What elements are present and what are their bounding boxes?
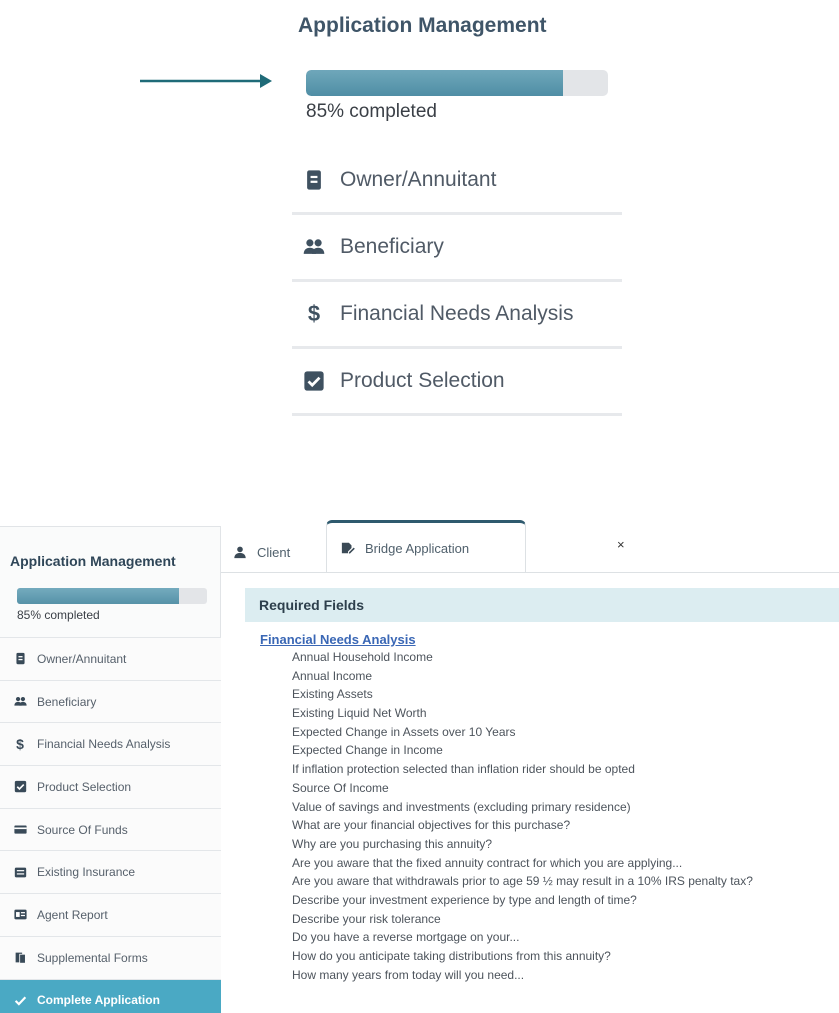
required-field-item: Expected Change in Income — [292, 743, 443, 758]
required-field-item: Why are you purchasing this annuity? — [292, 836, 493, 851]
zoomed-item-label: Beneficiary — [340, 235, 444, 258]
check-icon — [13, 993, 27, 1007]
zoomed-progress-label: 85% completed — [306, 101, 437, 122]
zoomed-progress-bar — [306, 70, 608, 96]
sidebar-item-label: Complete Application — [37, 993, 160, 1008]
dollar-icon: $ — [16, 736, 24, 753]
sidebar-progress-bar — [17, 588, 207, 604]
sidebar-item-label: Agent Report — [37, 907, 108, 922]
required-field-item: Describe your investment experience by t… — [292, 892, 637, 907]
tab-bridge-application[interactable]: Bridge Application × — [326, 520, 625, 573]
checkbox-icon — [13, 780, 27, 794]
sidebar-item-owner-annuitant[interactable]: Owner/Annuitant — [0, 637, 221, 680]
sidebar-item-label: Owner/Annuitant — [37, 651, 127, 666]
sidebar-item-label: Financial Needs Analysis — [37, 737, 171, 752]
zoomed-progress-fill — [306, 70, 563, 96]
sidebar-item-financial-needs-analysis[interactable]: $ Financial Needs Analysis — [0, 722, 221, 766]
required-field-item: Are you aware that the fixed annuity con… — [292, 855, 683, 870]
sidebar: Application Management 85% completed Own… — [0, 526, 221, 1013]
arrow-right-icon — [140, 74, 272, 88]
sidebar-item-label: Beneficiary — [37, 694, 97, 709]
sidebar-item-agent-report[interactable]: Agent Report — [0, 893, 221, 936]
zoomed-item-beneficiary[interactable]: Beneficiary — [292, 215, 622, 282]
application-screen: Application Management 85% completed Own… — [0, 520, 839, 1013]
dollar-icon: $ — [307, 301, 321, 326]
id-card-icon — [13, 652, 27, 666]
users-icon — [13, 695, 27, 709]
required-field-item: Expected Change in Assets over 10 Years — [292, 724, 516, 739]
sidebar-item-complete-application[interactable]: Complete Application — [0, 978, 221, 1013]
zoomed-item-product-selection[interactable]: Product Selection — [292, 349, 622, 416]
sidebar-item-existing-insurance[interactable]: Existing Insurance — [0, 850, 221, 894]
sidebar-item-label: Product Selection — [37, 779, 132, 794]
required-field-item: Describe your risk tolerance — [292, 911, 441, 926]
financial-needs-analysis-link[interactable]: Financial Needs Analysis — [260, 632, 839, 647]
sidebar-title: Application Management — [10, 553, 176, 569]
zoomed-nav-list: Owner/Annuitant Beneficiary $ Financial … — [292, 148, 622, 416]
money-icon — [13, 823, 27, 837]
tab-divider — [221, 572, 839, 573]
sidebar-item-source-of-funds[interactable]: Source Of Funds — [0, 807, 221, 851]
sidebar-progress-label: 85% completed — [17, 608, 100, 622]
tab-client[interactable]: Client — [233, 532, 290, 572]
zoomed-item-label: Financial Needs Analysis — [340, 302, 574, 325]
required-field-item: Source Of Income — [292, 780, 389, 795]
sidebar-progress-fill — [17, 588, 179, 604]
users-icon — [302, 235, 326, 259]
required-field-item: Existing Assets — [292, 687, 373, 702]
zoomed-item-financial-needs-analysis[interactable]: $ Financial Needs Analysis — [292, 282, 622, 349]
edit-document-icon — [341, 541, 355, 555]
main-content: Required Fields Financial Needs Analysis… — [245, 588, 839, 986]
tab-bridge-label: Bridge Application — [365, 540, 470, 556]
zoomed-item-label: Owner/Annuitant — [340, 168, 497, 191]
tab-bar: Client Bridge Application × — [221, 520, 839, 573]
user-icon — [233, 545, 247, 559]
required-field-item: Annual Income — [292, 668, 373, 683]
required-field-item: Are you aware that withdrawals prior to … — [292, 874, 753, 889]
zoomed-item-label: Product Selection — [340, 369, 505, 392]
required-field-item: Annual Household Income — [292, 650, 433, 664]
sidebar-item-supplemental-forms[interactable]: Supplemental Forms — [0, 935, 221, 979]
required-field-item: What are your financial objectives for t… — [292, 818, 571, 833]
sidebar-item-beneficiary[interactable]: Beneficiary — [0, 679, 221, 723]
close-tab-icon[interactable]: × — [617, 537, 625, 552]
required-fields-list: Annual Household Income Annual Income Ex… — [292, 650, 839, 986]
id-card-icon — [302, 168, 326, 192]
forms-icon — [13, 951, 27, 965]
zoomed-panel-title: Application Management — [298, 14, 547, 37]
sidebar-nav: Owner/Annuitant Beneficiary $ Financial … — [0, 637, 221, 1013]
sidebar-item-label: Existing Insurance — [37, 865, 136, 880]
required-field-item: Do you have a reverse mortgage on your..… — [292, 930, 520, 945]
sidebar-item-product-selection[interactable]: Product Selection — [0, 765, 221, 808]
required-fields-header: Required Fields — [245, 588, 839, 622]
list-icon — [13, 865, 27, 879]
sidebar-item-label: Source Of Funds — [37, 822, 128, 837]
required-field-item: Value of savings and investments (exclud… — [292, 799, 631, 814]
required-field-item: If inflation protection selected than in… — [292, 762, 635, 777]
checkbox-icon — [302, 369, 326, 393]
sidebar-item-label: Supplemental Forms — [37, 950, 148, 965]
zoomed-item-owner-annuitant[interactable]: Owner/Annuitant — [292, 148, 622, 215]
required-field-item: Existing Liquid Net Worth — [292, 706, 427, 721]
required-field-item: How many years from today will you need.… — [292, 967, 525, 982]
report-icon — [13, 908, 27, 922]
required-field-item: How do you anticipate taking distributio… — [292, 949, 611, 963]
tab-client-label: Client — [257, 544, 291, 560]
